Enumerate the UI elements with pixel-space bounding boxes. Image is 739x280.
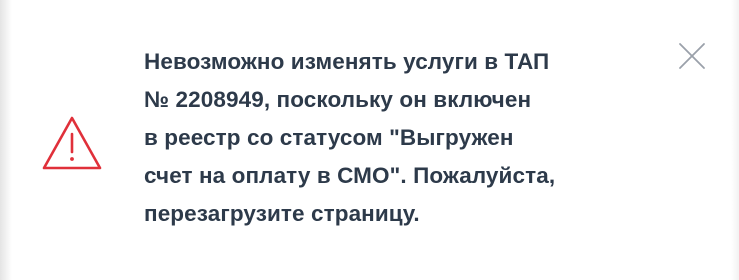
message-line: № 2208949, поскольку он включен: [144, 87, 532, 112]
close-button[interactable]: [676, 40, 708, 72]
message-line: перезагрузите страницу.: [144, 201, 420, 226]
warning-triangle-icon: [40, 114, 104, 172]
message-line: Невозможно изменять услуги в ТАП: [144, 49, 550, 74]
background-edge-right: [731, 0, 739, 280]
background-edge-left: [0, 0, 12, 280]
message-line: в реестр со статусом "Выгружен: [144, 125, 514, 150]
close-icon: [676, 43, 708, 75]
message-line: счет на оплату в СМО". Пожалуйста,: [144, 163, 556, 188]
warning-notification: Невозможно изменять услуги в ТАП № 22089…: [12, 0, 731, 280]
screen: Невозможно изменять услуги в ТАП № 22089…: [0, 0, 739, 280]
notification-message: Невозможно изменять услуги в ТАП № 22089…: [144, 43, 664, 233]
